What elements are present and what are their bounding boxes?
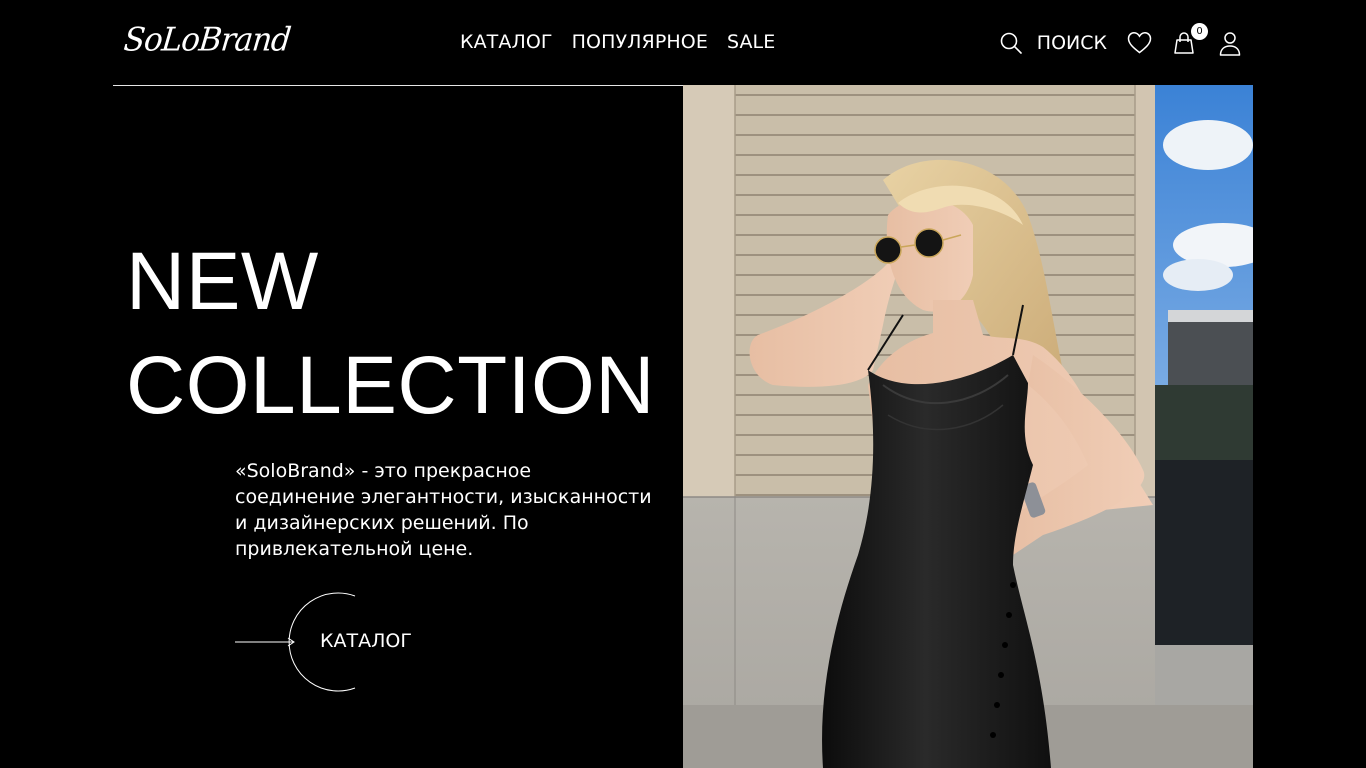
nav-item-sale[interactable]: SALE bbox=[727, 31, 775, 53]
main-nav: КАТАЛОГ ПОПУЛЯРНОЕ SALE bbox=[460, 31, 775, 53]
heart-icon bbox=[1127, 32, 1152, 54]
hero-description: «SoloBrand» - это прекрасное соединение … bbox=[235, 460, 652, 560]
search-label: ПОИСК bbox=[1036, 32, 1107, 54]
header-tools: ПОИСК 0 bbox=[999, 23, 1242, 61]
hero-photo bbox=[683, 85, 1253, 768]
hero-title: NEW COLLECTION bbox=[126, 230, 655, 438]
brand-logo[interactable]: SoLoBrand bbox=[122, 21, 292, 59]
hero-title-line-2: COLLECTION bbox=[126, 340, 655, 431]
user-icon bbox=[1219, 31, 1241, 56]
catalog-cta-button[interactable]: КАТАЛОГ bbox=[235, 592, 435, 692]
search-button[interactable]: ПОИСК bbox=[999, 31, 1127, 55]
model-photo bbox=[683, 85, 1253, 768]
nav-item-popular[interactable]: ПОПУЛЯРНОЕ bbox=[572, 31, 708, 53]
cart-count-badge: 0 bbox=[1191, 23, 1208, 40]
account-button[interactable] bbox=[1218, 31, 1242, 56]
site-header: SoLoBrand КАТАЛОГ ПОПУЛЯРНОЕ SALE ПОИСК … bbox=[113, 0, 1253, 86]
hero-title-line-1: NEW bbox=[126, 236, 319, 327]
favorites-button[interactable] bbox=[1127, 31, 1152, 55]
catalog-cta-label: КАТАЛОГ bbox=[320, 630, 412, 652]
cart-button[interactable]: 0 bbox=[1172, 23, 1208, 55]
nav-item-catalog[interactable]: КАТАЛОГ bbox=[460, 31, 553, 53]
search-icon bbox=[1000, 32, 1022, 54]
